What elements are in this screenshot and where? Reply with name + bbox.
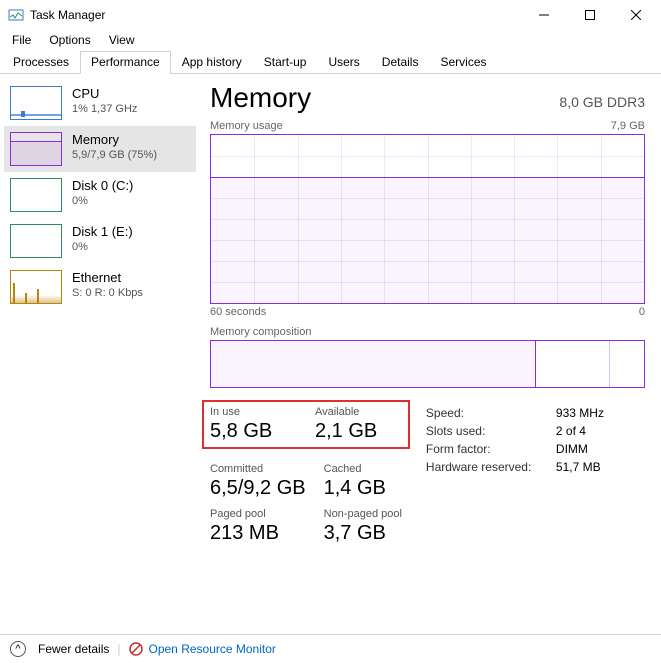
nonpaged-label: Non-paged pool bbox=[324, 508, 402, 520]
sidebar-item-disk0[interactable]: Disk 0 (C:) 0% bbox=[4, 172, 196, 218]
committed-label: Committed bbox=[210, 463, 306, 475]
memory-capacity: 8,0 GB DDR3 bbox=[559, 94, 645, 110]
sidebar-disk0-name: Disk 0 (C:) bbox=[72, 178, 133, 193]
formfactor-value: DIMM bbox=[556, 442, 588, 456]
tab-app-history[interactable]: App history bbox=[171, 51, 253, 74]
paged-value: 213 MB bbox=[210, 522, 306, 545]
cached-value: 1,4 GB bbox=[324, 477, 402, 500]
committed-value: 6,5/9,2 GB bbox=[210, 477, 306, 500]
sidebar-cpu-name: CPU bbox=[72, 86, 137, 101]
app-icon bbox=[8, 7, 24, 23]
monitor-icon bbox=[129, 642, 143, 656]
slots-value: 2 of 4 bbox=[556, 424, 586, 438]
usage-graph-max: 7,9 GB bbox=[611, 120, 645, 132]
in-use-label: In use bbox=[210, 406, 297, 418]
speed-label: Speed: bbox=[426, 406, 556, 420]
page-title: Memory bbox=[210, 82, 311, 114]
sidebar-disk1-val: 0% bbox=[72, 241, 133, 253]
in-use-value: 5,8 GB bbox=[210, 420, 297, 443]
tab-details[interactable]: Details bbox=[371, 51, 430, 74]
menu-bar: File Options View bbox=[0, 30, 661, 50]
cpu-thumb-icon bbox=[10, 86, 62, 120]
open-resource-monitor-link[interactable]: Open Resource Monitor bbox=[129, 642, 276, 656]
sidebar-memory-name: Memory bbox=[72, 132, 157, 147]
available-value: 2,1 GB bbox=[315, 420, 402, 443]
graph-x-left: 60 seconds bbox=[210, 306, 266, 318]
nonpaged-value: 3,7 GB bbox=[324, 522, 402, 545]
memory-usage-graph bbox=[210, 134, 645, 304]
stats: In use 5,8 GB Available 2,1 GB Committed… bbox=[210, 406, 645, 545]
sidebar-memory-val: 5,9/7,9 GB (75%) bbox=[72, 149, 157, 161]
disk0-thumb-icon bbox=[10, 178, 62, 212]
sidebar-disk0-val: 0% bbox=[72, 195, 133, 207]
tab-startup[interactable]: Start-up bbox=[253, 51, 318, 74]
slots-label: Slots used: bbox=[426, 424, 556, 438]
tab-users[interactable]: Users bbox=[317, 51, 370, 74]
menu-options[interactable]: Options bbox=[41, 31, 98, 49]
memory-composition-graph bbox=[210, 340, 645, 388]
close-button[interactable] bbox=[613, 0, 659, 30]
sidebar-item-memory[interactable]: Memory 5,9/7,9 GB (75%) bbox=[4, 126, 196, 172]
speed-value: 933 MHz bbox=[556, 406, 604, 420]
tab-bar: Processes Performance App history Start-… bbox=[0, 50, 661, 74]
formfactor-label: Form factor: bbox=[426, 442, 556, 456]
usage-graph-label: Memory usage bbox=[210, 120, 283, 132]
ethernet-thumb-icon bbox=[10, 270, 62, 304]
graph-x-right: 0 bbox=[639, 306, 645, 318]
available-label: Available bbox=[315, 406, 402, 418]
hwreserved-label: Hardware reserved: bbox=[426, 460, 556, 474]
disk1-thumb-icon bbox=[10, 224, 62, 258]
tab-performance[interactable]: Performance bbox=[80, 51, 171, 74]
composition-label: Memory composition bbox=[210, 326, 311, 338]
paged-label: Paged pool bbox=[210, 508, 306, 520]
sidebar-eth-val: S: 0 R: 0 Kbps bbox=[72, 287, 143, 299]
window-title: Task Manager bbox=[30, 8, 521, 22]
memory-thumb-icon bbox=[10, 132, 62, 166]
sidebar: CPU 1% 1,37 GHz Memory 5,9/7,9 GB (75%) … bbox=[0, 74, 200, 634]
fewer-details-link[interactable]: Fewer details bbox=[38, 642, 109, 656]
sidebar-item-cpu[interactable]: CPU 1% 1,37 GHz bbox=[4, 80, 196, 126]
detail-pane: Memory 8,0 GB DDR3 Memory usage 7,9 GB 6… bbox=[200, 74, 661, 634]
hwreserved-value: 51,7 MB bbox=[556, 460, 601, 474]
content: CPU 1% 1,37 GHz Memory 5,9/7,9 GB (75%) … bbox=[0, 74, 661, 634]
tab-services[interactable]: Services bbox=[429, 51, 497, 74]
sidebar-cpu-val: 1% 1,37 GHz bbox=[72, 103, 137, 115]
sidebar-item-disk1[interactable]: Disk 1 (E:) 0% bbox=[4, 218, 196, 264]
footer: ^ Fewer details | Open Resource Monitor bbox=[0, 634, 661, 662]
menu-file[interactable]: File bbox=[4, 31, 39, 49]
cached-label: Cached bbox=[324, 463, 402, 475]
sidebar-disk1-name: Disk 1 (E:) bbox=[72, 224, 133, 239]
title-bar: Task Manager bbox=[0, 0, 661, 30]
sidebar-item-ethernet[interactable]: Ethernet S: 0 R: 0 Kbps bbox=[4, 264, 196, 310]
maximize-button[interactable] bbox=[567, 0, 613, 30]
tab-processes[interactable]: Processes bbox=[2, 51, 80, 74]
menu-view[interactable]: View bbox=[101, 31, 143, 49]
chevron-up-icon[interactable]: ^ bbox=[10, 641, 26, 657]
minimize-button[interactable] bbox=[521, 0, 567, 30]
sidebar-eth-name: Ethernet bbox=[72, 270, 143, 285]
